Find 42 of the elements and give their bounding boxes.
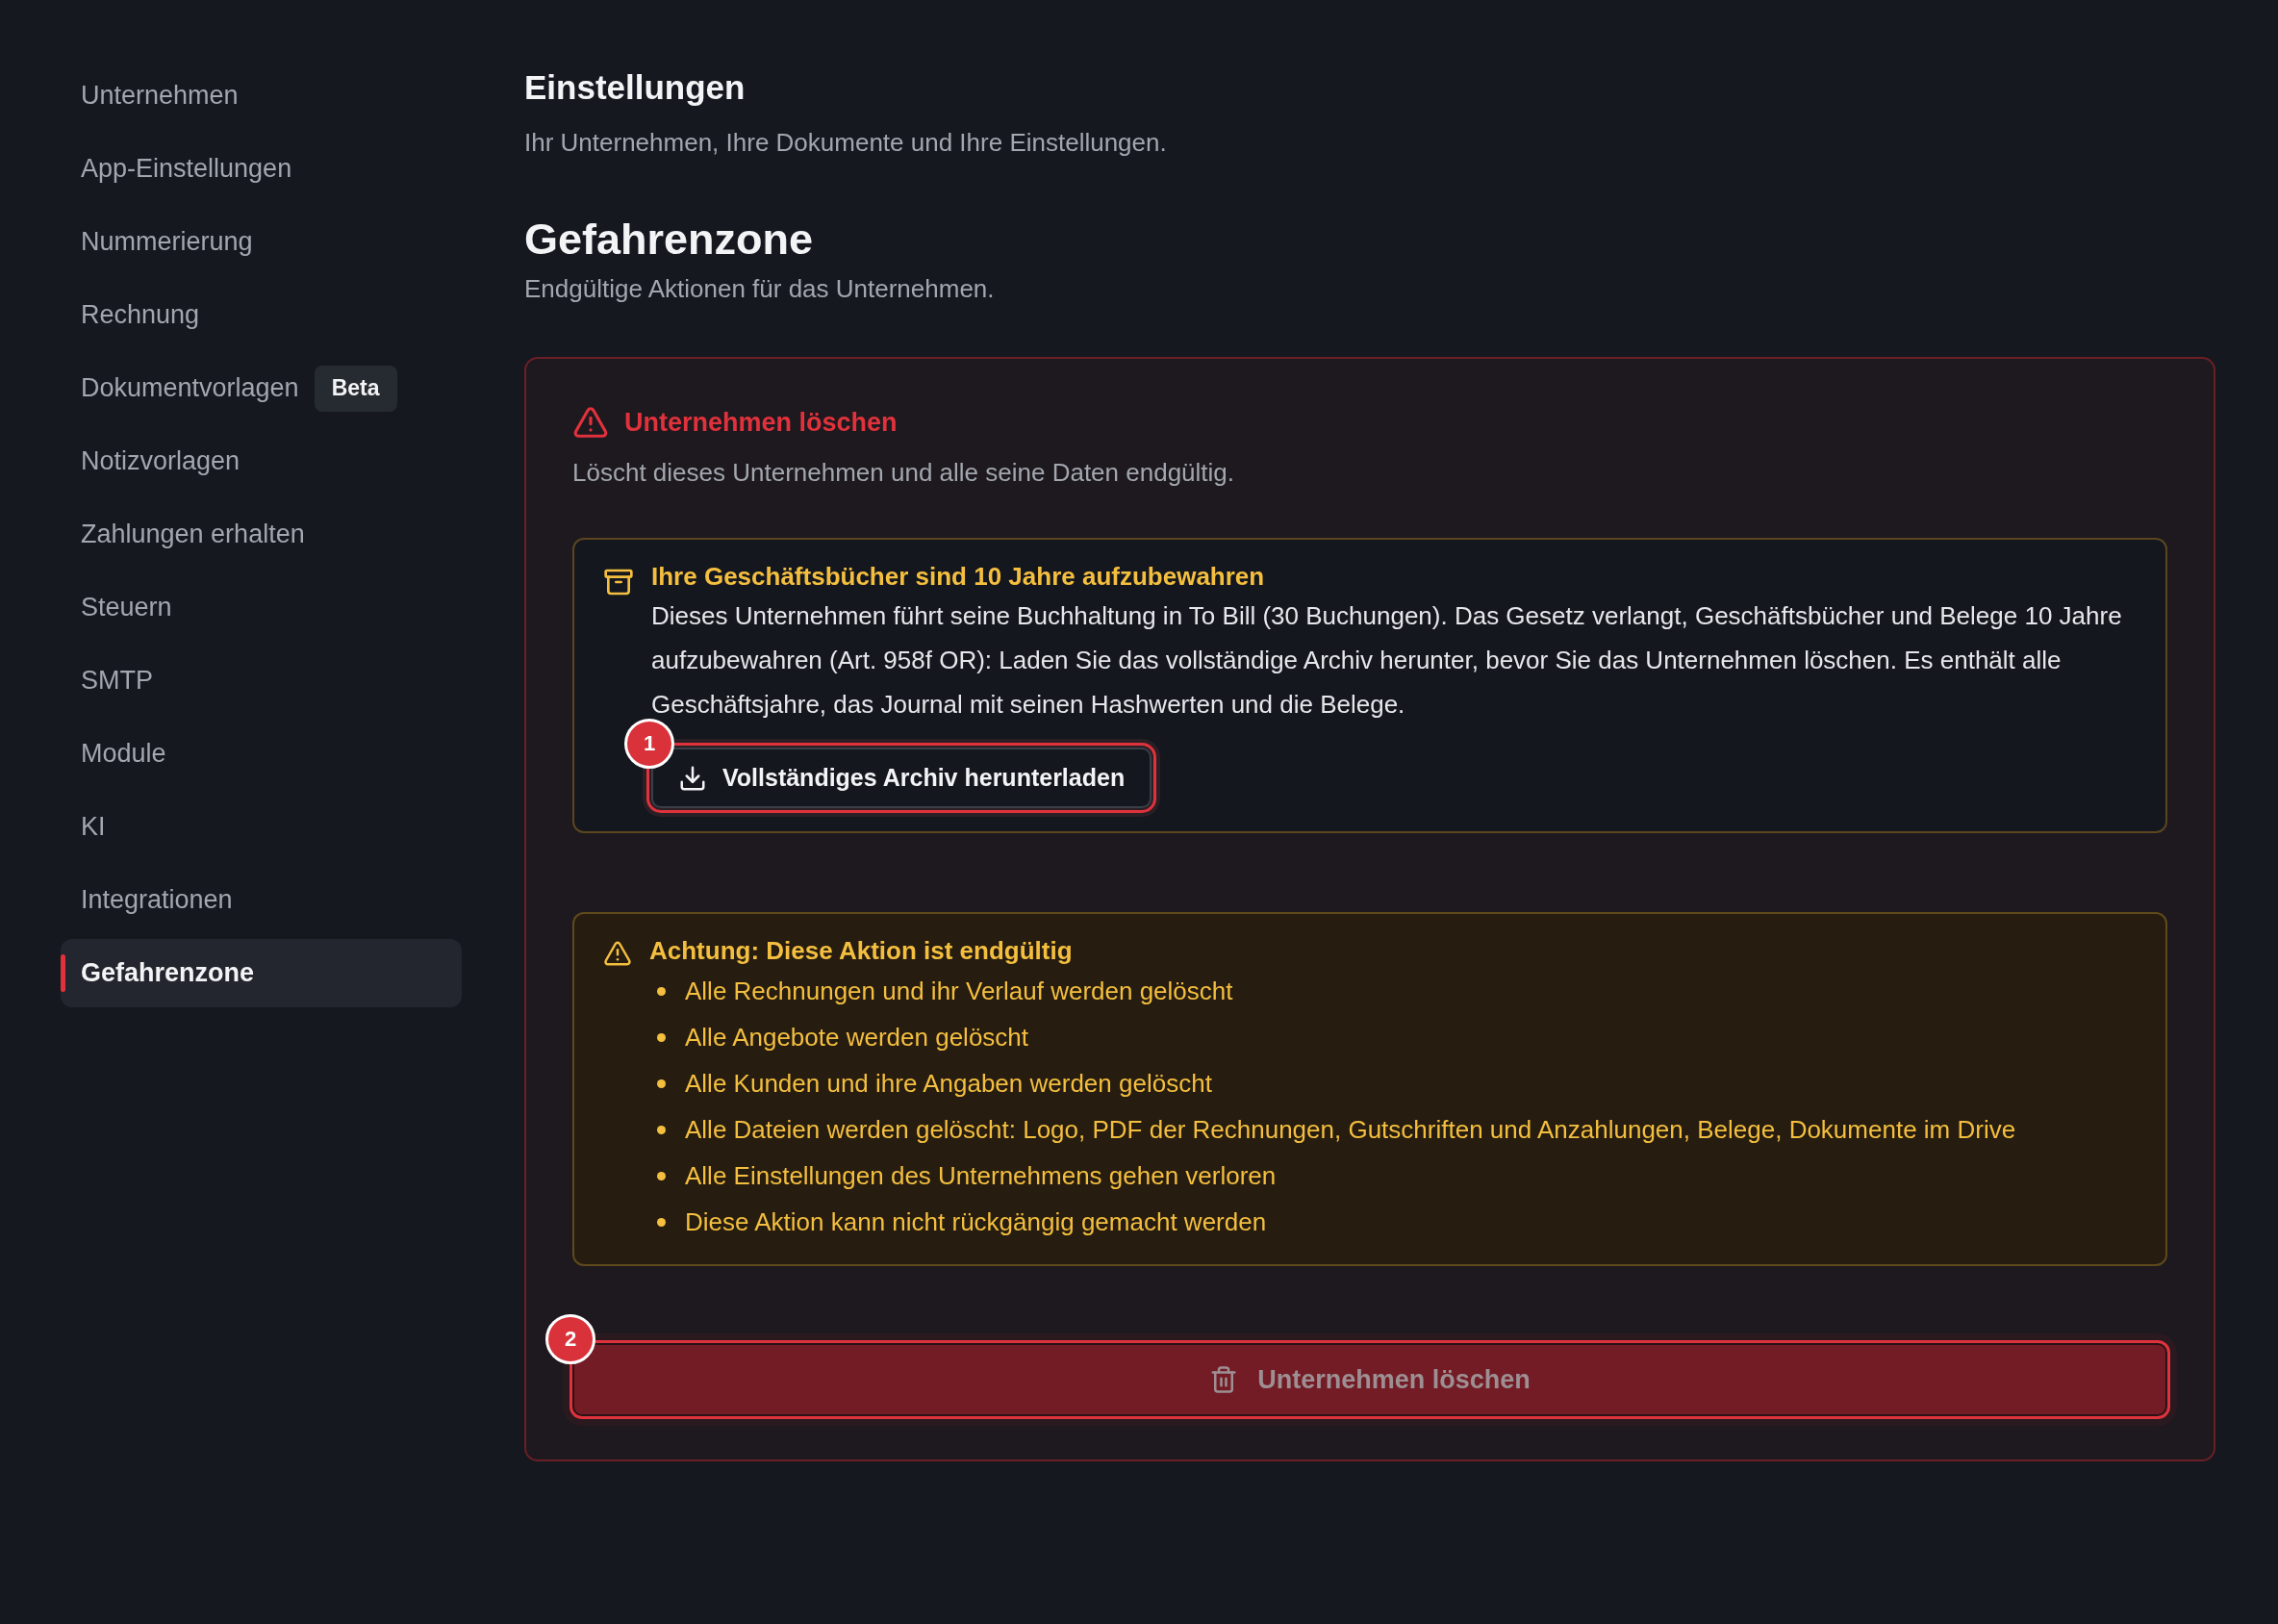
sidebar-item[interactable]: Module [61, 720, 462, 788]
sidebar-item[interactable]: Notizvorlagen [61, 427, 462, 495]
active-indicator-icon [61, 954, 65, 992]
warning-icon [572, 404, 609, 441]
bullet-icon [657, 1217, 666, 1227]
callout-badge: 1 [624, 719, 674, 769]
bullet-icon [657, 1032, 666, 1042]
danger-description: Löscht dieses Unternehmen und alle seine Daten endgültig. [572, 457, 1235, 489]
sidebar-item[interactable]: SMTP [61, 647, 462, 715]
danger-title: Unternehmen löschen [624, 407, 898, 439]
bullet-icon [657, 986, 666, 996]
bullet-icon [657, 1078, 666, 1088]
beta-tag: Beta [314, 365, 397, 412]
notice-title: Ihre Geschäftsbücher sind 10 Jahre aufzubewahren [651, 561, 1265, 593]
bullet-icon [657, 1171, 666, 1180]
bullet-icon [657, 1125, 666, 1134]
section-title: Gefahrenzone [524, 214, 815, 266]
notice-body: Dieses Unternehmen führt seine Buchhaltung in To Bill (30 Buchungen). Das Gesetz verlangt, Geschäftsbücher und Belege 10 Jahre aufzubewahren (Art. 958f OR): Laden Sie das vollständige Archiv herunter, bevor Sie das Unternehmen löschen. Es enthält alle Geschäftsjahre, das Journal mit seinen Hashwerten und die Belege. [651, 600, 2123, 721]
warning-title: Achtung: Diese Aktion ist endgültig [649, 935, 1074, 967]
callout-badge: 2 [545, 1314, 595, 1364]
warning-icon [603, 939, 632, 968]
warning-item: Alle Einstellungen des Unternehmens gehen verloren [685, 1160, 1277, 1192]
sidebar-item[interactable]: KI [61, 793, 462, 861]
section-subtitle: Endgültige Aktionen für das Unternehmen. [524, 273, 996, 305]
sidebar-item[interactable]: Integrationen [61, 866, 462, 934]
sidebar-item[interactable]: App-Einstellungen [61, 135, 462, 203]
sidebar-item[interactable]: Steuern [61, 573, 462, 642]
sidebar-item[interactable]: Nummerierung [61, 208, 462, 276]
warning-item: Alle Kunden und ihre Angaben werden gelöscht [685, 1068, 1212, 1100]
page-subtitle: Ihr Unternehmen, Ihre Dokumente und Ihre Einstellungen. [524, 127, 1168, 159]
warning-item: Alle Dateien werden gelöscht: Logo, PDF der Rechnungen, Gutschriften und Anzahlungen, Belege, Dokumente im Drive [685, 1114, 2016, 1146]
warning-item: Alle Rechnungen und ihr Verlauf werden gelöscht [685, 976, 1233, 1007]
warning-item: Diese Aktion kann nicht rückgängig gemacht werden [685, 1206, 1267, 1238]
archive-icon [603, 567, 634, 597]
warning-item: Alle Angebote werden gelöscht [685, 1022, 1029, 1053]
sidebar-item[interactable]: Rechnung [61, 281, 462, 349]
sidebar-item[interactable]: Dokumentvorlagen Beta [61, 354, 462, 422]
sidebar-item[interactable]: Gefahrenzone [61, 939, 462, 1007]
sidebar-item-label: Dokumentvorlagen [81, 372, 299, 405]
sidebar-item[interactable]: Zahlungen erhalten [61, 500, 462, 569]
sidebar-item[interactable]: Unternehmen [61, 62, 462, 130]
page-title: Einstellungen [524, 67, 747, 108]
